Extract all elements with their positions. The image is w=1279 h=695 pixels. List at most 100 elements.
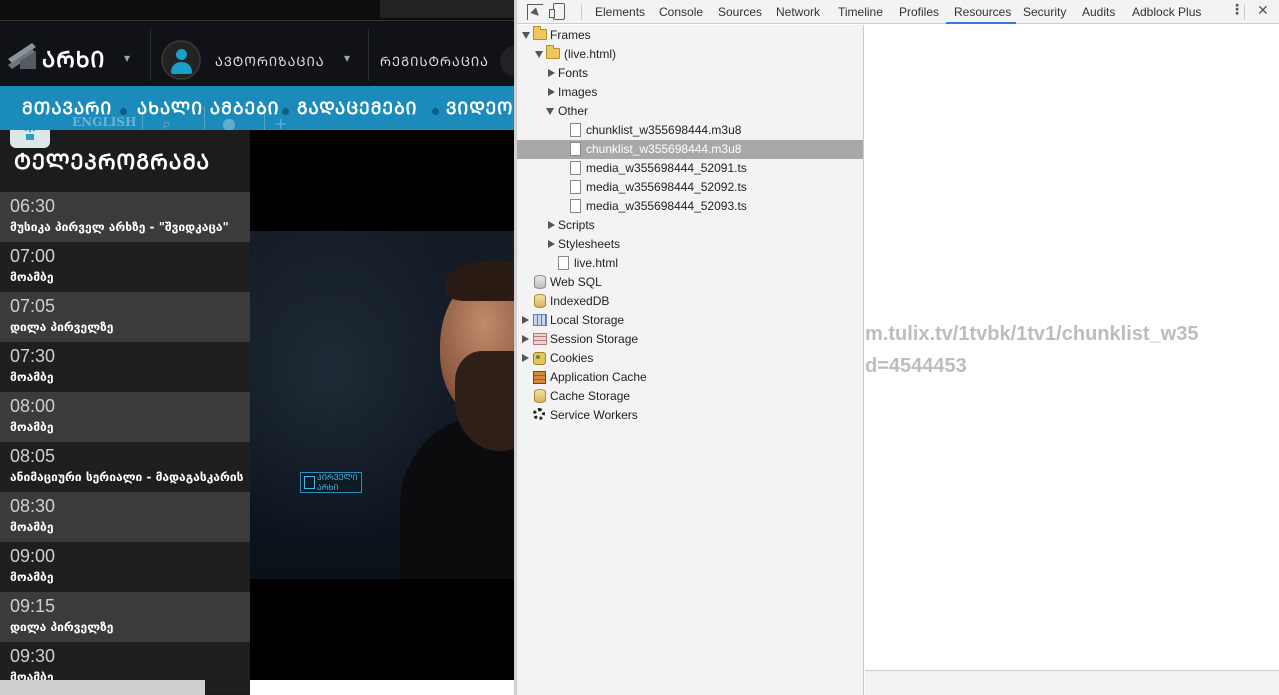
more-options-icon[interactable]: ⋮	[1230, 2, 1244, 18]
avatar[interactable]	[500, 46, 515, 76]
schedule-item[interactable]: 07:05 დილა პირველზე	[0, 292, 250, 342]
tab-security[interactable]: Security	[1023, 5, 1066, 19]
disclosure-closed-icon[interactable]	[522, 316, 529, 324]
close-icon[interactable]: ✕	[1257, 3, 1269, 19]
tree-item-file[interactable]: media_w355698444_52091.ts	[517, 159, 863, 178]
schedule-time: 09:15	[10, 596, 56, 616]
tree-item-application-cache[interactable]: Application Cache	[517, 368, 863, 387]
devtools-panel: Elements Console Sources Network Timelin…	[517, 0, 1279, 695]
user-icon[interactable]: ●	[222, 114, 242, 133]
tree-item-session-storage[interactable]: Session Storage	[517, 330, 863, 349]
tree-item-cookies[interactable]: Cookies	[517, 349, 863, 368]
disclosure-open-icon[interactable]	[522, 32, 530, 39]
site-logo-text[interactable]: ᲐᲠᲮᲘ	[42, 45, 105, 74]
register-link[interactable]: ᲠᲔᲒᲘᲡᲢᲠᲐᲪᲘᲐ	[380, 52, 489, 70]
schedule-item[interactable]: 08:05 ანიმაციური სერიალი - მადაგასკარის	[0, 442, 250, 492]
device-mode-icon[interactable]	[549, 3, 565, 20]
tree-item-file[interactable]: chunklist_w355698444.m3u8	[517, 140, 863, 159]
tab-console[interactable]: Console	[659, 5, 703, 19]
schedule-item[interactable]: 08:30 მოამბე	[0, 492, 250, 542]
tree-item-indexeddb[interactable]: IndexedDB	[517, 292, 863, 311]
tree-item-live-html[interactable]: live.html	[517, 254, 863, 273]
nav-item-news[interactable]: ᲐᲮᲐᲚᲘ ᲐᲛᲑᲔᲑᲘ	[137, 96, 279, 119]
tree-item-file[interactable]: media_w355698444_52092.ts	[517, 178, 863, 197]
schedule-item[interactable]: 08:00 მოამბე	[0, 392, 250, 442]
nav-item-shows[interactable]: ᲒᲐᲓᲐᲪᲔᲛᲔᲑᲘ	[297, 96, 417, 119]
tree-item-stylesheets[interactable]: Stylesheets	[517, 235, 863, 254]
disclosure-closed-icon[interactable]	[522, 335, 529, 343]
tv-program-title: ᲢᲔᲚᲔᲞᲠᲝᲒᲠᲐᲛᲐ	[14, 150, 211, 174]
tree-item-other[interactable]: Other	[517, 102, 863, 121]
user-avatar-icon[interactable]	[161, 40, 201, 80]
schedule-item[interactable]: 09:00 მოამბე	[0, 542, 250, 592]
schedule-item[interactable]: 06:30 მუსიკა პირველ არხზე - "შვიდკაცა"	[0, 192, 250, 242]
schedule-time: 09:00	[10, 546, 56, 566]
folder-icon	[546, 45, 560, 59]
site-logo-icon[interactable]	[6, 39, 40, 73]
file-icon	[570, 142, 581, 156]
tab-adblock-plus[interactable]: Adblock Plus	[1132, 5, 1201, 19]
schedule-show-title: მოამბე	[10, 370, 54, 384]
schedule-show-title: მოამბე	[10, 270, 54, 284]
disclosure-open-icon[interactable]	[546, 108, 554, 115]
storage-grid-icon	[533, 314, 547, 326]
tab-sources[interactable]: Sources	[718, 5, 762, 19]
tree-item-web-sql[interactable]: Web SQL	[517, 273, 863, 292]
site-main-nav: ᲛᲗᲐᲕᲐᲠᲘ ᲐᲮᲐᲚᲘ ᲐᲛᲑᲔᲑᲘ ᲒᲐᲓᲐᲪᲔᲛᲔᲑᲘ ᲕᲘᲓᲔᲝ EN…	[0, 86, 515, 133]
plus-icon[interactable]: +	[274, 114, 294, 133]
login-link[interactable]: ᲐᲕᲢᲝᲠᲘᲖᲐᲪᲘᲐ	[215, 52, 325, 70]
schedule-show-title: მოამბე	[10, 520, 54, 534]
file-icon	[570, 180, 581, 194]
video-player[interactable]: ᲞᲘᲠᲕᲔᲚᲘ ᲐᲠᲮᲘ	[250, 130, 515, 680]
chevron-down-icon[interactable]: ▾	[344, 51, 350, 65]
lightbulb-logo-icon	[10, 130, 50, 148]
schedule-time: 08:30	[10, 496, 56, 516]
tree-item-file[interactable]: chunklist_w355698444.m3u8	[517, 121, 863, 140]
tab-timeline[interactable]: Timeline	[838, 5, 883, 19]
tree-item-fonts[interactable]: Fonts	[517, 64, 863, 83]
tree-item-scripts[interactable]: Scripts	[517, 216, 863, 235]
search-icon[interactable]: ⌕	[162, 114, 182, 133]
chevron-down-icon[interactable]: ▾	[124, 51, 130, 65]
tree-item-frame[interactable]: (live.html)	[517, 45, 863, 64]
tab-elements[interactable]: Elements	[595, 5, 645, 19]
tab-audits[interactable]: Audits	[1082, 5, 1115, 19]
nav-item-video[interactable]: ᲕᲘᲓᲔᲝ	[446, 96, 513, 119]
schedule-show-title: ანიმაციური სერიალი - მადაგასკარის	[10, 470, 244, 484]
schedule-item[interactable]: 07:00 მოამბე	[0, 242, 250, 292]
tree-item-local-storage[interactable]: Local Storage	[517, 311, 863, 330]
file-name: chunklist_w355698444.m3u8	[586, 142, 742, 156]
disclosure-closed-icon[interactable]	[548, 221, 555, 229]
tab-network[interactable]: Network	[776, 5, 820, 19]
disclosure-closed-icon[interactable]	[548, 69, 555, 77]
horizontal-scrollbar[interactable]	[0, 680, 205, 695]
disclosure-closed-icon[interactable]	[522, 354, 529, 362]
gear-icon	[533, 408, 545, 420]
language-switch[interactable]: ENGLISH	[72, 115, 136, 129]
disclosure-closed-icon[interactable]	[548, 88, 555, 96]
schedule-show-title: მუსიკა პირველ არხზე - "შვიდკაცა"	[10, 220, 229, 234]
file-icon	[558, 256, 569, 270]
schedule-show-title: მოამბე	[10, 570, 54, 584]
disclosure-open-icon[interactable]	[535, 51, 543, 58]
schedule-item[interactable]: 09:15 დილა პირველზე	[0, 592, 250, 642]
tree-item-service-workers[interactable]: Service Workers	[517, 406, 863, 425]
tab-resources[interactable]: Resources	[954, 5, 1011, 19]
inspect-element-icon[interactable]	[527, 4, 543, 20]
tree-item-images[interactable]: Images	[517, 83, 863, 102]
browser-top-strip	[0, 0, 515, 20]
file-icon	[570, 161, 581, 175]
tree-item-frames[interactable]: Frames	[517, 26, 863, 45]
disclosure-closed-icon[interactable]	[548, 240, 555, 248]
resource-content-view[interactable]: m.tulix.tv/1tvbk/1tv1/chunklist_w35 d=45…	[865, 25, 1279, 670]
website-viewport: ᲐᲠᲮᲘ ▾ ᲐᲕᲢᲝᲠᲘᲖᲐᲪᲘᲐ ▾ ᲠᲔᲒᲘᲡᲢᲠᲐᲪᲘᲐ ᲛᲗᲐᲕᲐᲠᲘ…	[0, 0, 515, 695]
devtools-status-bar	[865, 670, 1279, 695]
tab-profiles[interactable]: Profiles	[899, 5, 939, 19]
schedule-time: 07:30	[10, 346, 56, 366]
tree-item-cache-storage[interactable]: Cache Storage	[517, 387, 863, 406]
nav-dot	[120, 108, 127, 115]
database-icon	[534, 389, 546, 403]
schedule-item[interactable]: 07:30 მოამბე	[0, 342, 250, 392]
video-frame[interactable]: ᲞᲘᲠᲕᲔᲚᲘ ᲐᲠᲮᲘ	[250, 231, 515, 579]
tree-item-file[interactable]: media_w355698444_52093.ts	[517, 197, 863, 216]
